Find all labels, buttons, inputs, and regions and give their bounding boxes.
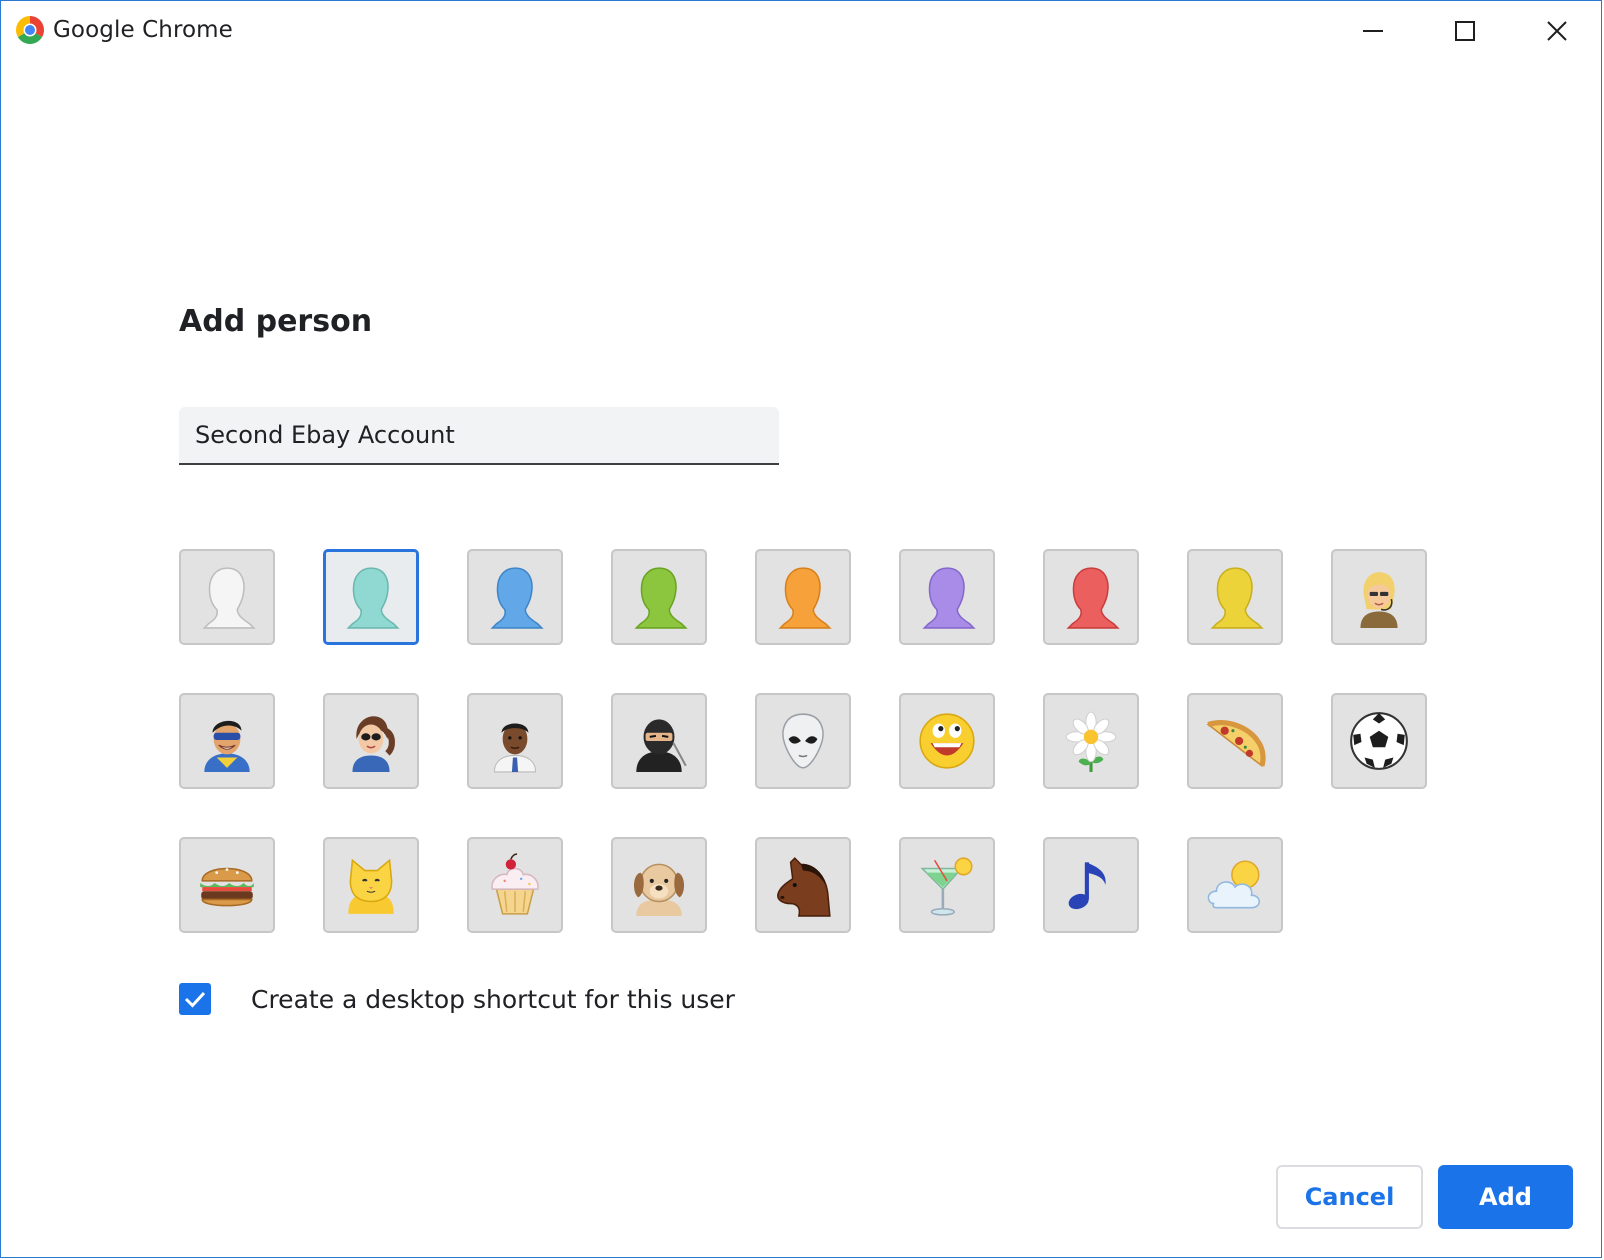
avatar-music-note[interactable] bbox=[1043, 837, 1139, 933]
person-silhouette-icon bbox=[634, 567, 688, 629]
avatar-orange-silhouette[interactable] bbox=[755, 549, 851, 645]
ninja-icon bbox=[636, 719, 687, 772]
person-silhouette-icon bbox=[1210, 567, 1264, 629]
flower-icon bbox=[1065, 711, 1117, 772]
burger-icon bbox=[200, 867, 254, 907]
close-button[interactable] bbox=[1511, 1, 1603, 61]
avatar-superhero[interactable] bbox=[179, 693, 275, 789]
avatar-yellow-silhouette[interactable] bbox=[1187, 549, 1283, 645]
avatar-teal-silhouette[interactable] bbox=[323, 549, 419, 645]
cancel-button[interactable]: Cancel bbox=[1276, 1165, 1423, 1229]
person-silhouette-icon bbox=[1066, 567, 1120, 629]
checkmark-icon bbox=[184, 991, 206, 1008]
desktop-shortcut-label: Create a desktop shortcut for this user bbox=[251, 984, 735, 1014]
name-field[interactable] bbox=[179, 407, 779, 465]
avatar-smiley[interactable] bbox=[899, 693, 995, 789]
avatar-sun-cloud[interactable] bbox=[1187, 837, 1283, 933]
avatar-businessman[interactable] bbox=[467, 693, 563, 789]
avatar-green-silhouette[interactable] bbox=[611, 549, 707, 645]
horse-icon bbox=[777, 857, 831, 917]
avatar-cocktail[interactable] bbox=[899, 837, 995, 933]
avatar-horse[interactable] bbox=[755, 837, 851, 933]
minimize-button[interactable] bbox=[1327, 1, 1419, 61]
avatar-dog[interactable] bbox=[611, 837, 707, 933]
avatar-burger[interactable] bbox=[179, 837, 275, 933]
dog-icon bbox=[633, 863, 685, 916]
smiley-icon bbox=[919, 713, 975, 769]
woman-sunglasses-icon bbox=[352, 716, 395, 772]
maximize-button[interactable] bbox=[1419, 1, 1511, 61]
add-button[interactable]: Add bbox=[1438, 1165, 1573, 1229]
sun-cloud-icon bbox=[1207, 860, 1260, 909]
minimize-icon bbox=[1363, 30, 1383, 32]
avatar-alien[interactable] bbox=[755, 693, 851, 789]
avatar-purple-silhouette[interactable] bbox=[899, 549, 995, 645]
person-silhouette-icon bbox=[490, 567, 544, 629]
avatar-cat[interactable] bbox=[323, 837, 419, 933]
businessman-icon bbox=[493, 723, 537, 773]
person-silhouette-icon bbox=[202, 567, 256, 629]
avatar-businesswoman[interactable] bbox=[1331, 549, 1427, 645]
name-input[interactable] bbox=[179, 407, 779, 463]
pizza-icon bbox=[1206, 720, 1266, 768]
avatar-grid bbox=[179, 549, 1427, 933]
avatar-soccer-ball[interactable] bbox=[1331, 693, 1427, 789]
person-silhouette-icon bbox=[922, 567, 976, 629]
chrome-logo-icon bbox=[15, 15, 45, 45]
window-title: Google Chrome bbox=[53, 17, 233, 43]
avatar-woman-sunglasses[interactable] bbox=[323, 693, 419, 789]
desktop-shortcut-option[interactable]: Create a desktop shortcut for this user bbox=[179, 981, 735, 1017]
title-bar[interactable]: Google Chrome bbox=[1, 1, 1601, 61]
avatar-flower[interactable] bbox=[1043, 693, 1139, 789]
soccer-ball-icon bbox=[1350, 712, 1408, 770]
avatar-cupcake[interactable] bbox=[467, 837, 563, 933]
avatar-ninja[interactable] bbox=[611, 693, 707, 789]
avatar-blue-silhouette[interactable] bbox=[467, 549, 563, 645]
cocktail-icon bbox=[920, 857, 973, 916]
superhero-icon bbox=[204, 720, 250, 772]
avatar-red-silhouette[interactable] bbox=[1043, 549, 1139, 645]
music-note-icon bbox=[1068, 862, 1106, 910]
dialog-heading: Add person bbox=[179, 304, 373, 339]
desktop-shortcut-checkbox[interactable] bbox=[179, 983, 211, 1015]
person-silhouette-icon bbox=[346, 567, 400, 629]
person-silhouette-icon bbox=[778, 567, 832, 629]
avatar-white-silhouette[interactable] bbox=[179, 549, 275, 645]
cupcake-icon bbox=[491, 853, 539, 915]
cat-icon bbox=[348, 858, 394, 914]
avatar-pizza[interactable] bbox=[1187, 693, 1283, 789]
alien-icon bbox=[782, 713, 824, 769]
add-person-window: Google Chrome Add person Second Ebay Acc… bbox=[0, 0, 1602, 1258]
businesswoman-icon bbox=[1360, 572, 1398, 628]
maximize-icon bbox=[1455, 21, 1475, 41]
close-icon bbox=[1547, 21, 1567, 41]
